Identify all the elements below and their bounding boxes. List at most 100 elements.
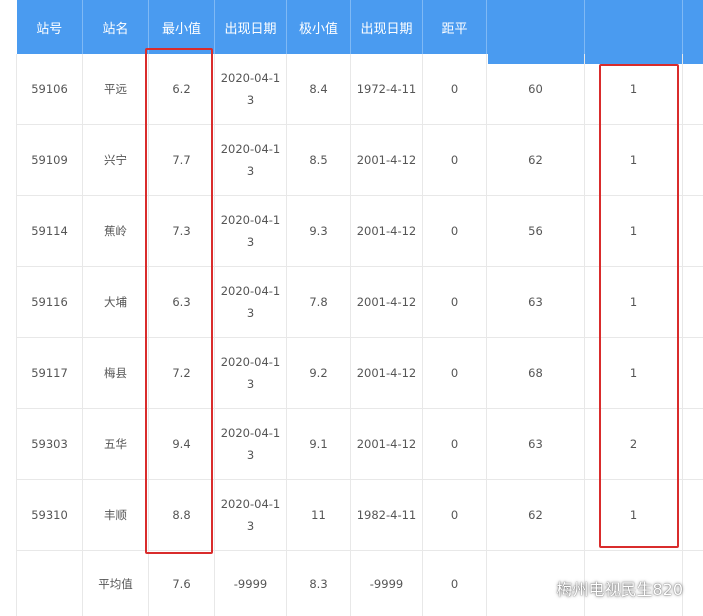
table-header-row: 站号 站名 最小值 出现日期 极小值 出现日期 距平 xyxy=(16,0,703,54)
screenshot-stage: 站号 站名 最小值 出现日期 极小值 出现日期 距平 59106 平远 6.2 202… xyxy=(0,0,703,616)
cell-min-value: 7.2 xyxy=(148,337,215,409)
cell-extreme-min: 7.8 xyxy=(286,266,351,338)
cell-col-8: 56 xyxy=(486,195,585,267)
header-occur-date[interactable]: 出现日期 xyxy=(214,0,287,54)
header-extreme-date[interactable]: 出现日期 xyxy=(350,0,423,54)
cell-col-8: 63 xyxy=(486,408,585,480)
cell-occur-date: -9999 xyxy=(214,550,287,616)
cell-col-9: 2 xyxy=(584,408,683,480)
cell-occur-date: 2020-04-13 xyxy=(214,124,287,196)
cell-extreme-min: 9.1 xyxy=(286,408,351,480)
watermark-text: 梅州电视民生820 xyxy=(556,580,683,599)
cell-min-value: 9.4 xyxy=(148,408,215,480)
table-row[interactable]: 59310丰顺8.82020-04-13111982-4-1106216 xyxy=(16,479,703,551)
table-row[interactable]: 59114蕉岭7.32020-04-139.32001-4-1205615 xyxy=(16,195,703,267)
cell-station-id: 59109 xyxy=(16,124,83,196)
watermark: 梅州电视民生820 xyxy=(532,576,683,600)
cell-extreme-min: 8.3 xyxy=(286,550,351,616)
cell-extreme-date: 1972-4-11 xyxy=(350,54,423,125)
cell-col-9: 1 xyxy=(584,479,683,551)
cell-col-8: 62 xyxy=(486,479,585,551)
cell-extreme-date: 1982-4-11 xyxy=(350,479,423,551)
cell-col-8: 63 xyxy=(486,266,585,338)
cell-station-name: 兴宁 xyxy=(82,124,149,196)
cell-min-value: 8.8 xyxy=(148,479,215,551)
cell-col-10: 6 xyxy=(682,337,703,409)
cell-col-9: 1 xyxy=(584,124,683,196)
header-station-name[interactable]: 站名 xyxy=(82,0,149,54)
cell-station-name: 平均值 xyxy=(82,550,149,616)
cell-occur-date: 2020-04-13 xyxy=(214,479,287,551)
cell-extreme-min: 9.3 xyxy=(286,195,351,267)
cell-min-value: 7.7 xyxy=(148,124,215,196)
table-row[interactable]: 59303五华9.42020-04-139.12001-4-1206326 xyxy=(16,408,703,480)
cell-station-id: 59114 xyxy=(16,195,83,267)
cell-col-10: 6 xyxy=(682,54,703,125)
cell-extreme-date: 2001-4-12 xyxy=(350,408,423,480)
cell-col-9: 1 xyxy=(584,337,683,409)
cell-col-10: 5 xyxy=(682,195,703,267)
table-row[interactable]: 59116大埔6.32020-04-137.82001-4-1206316 xyxy=(16,266,703,338)
cell-extreme-min: 8.4 xyxy=(286,54,351,125)
header-col-10[interactable] xyxy=(682,0,703,54)
cell-station-id: 59310 xyxy=(16,479,83,551)
cell-station-name: 蕉岭 xyxy=(82,195,149,267)
cell-anomaly: 0 xyxy=(422,124,487,196)
table-row[interactable]: 59106平远6.22020-04-138.41972-4-1106016 xyxy=(16,54,703,125)
cell-min-value: 6.3 xyxy=(148,266,215,338)
cell-min-value: 7.3 xyxy=(148,195,215,267)
cell-extreme-date: 2001-4-12 xyxy=(350,195,423,267)
cell-occur-date: 2020-04-13 xyxy=(214,337,287,409)
cell-col-10: 6 xyxy=(682,479,703,551)
cell-anomaly: 0 xyxy=(422,266,487,338)
cell-col-10: 2 xyxy=(682,550,703,616)
cell-col-10: 6 xyxy=(682,266,703,338)
table-row[interactable]: 59109兴宁7.72020-04-138.52001-4-1206216 xyxy=(16,124,703,196)
cell-station-name: 丰顺 xyxy=(82,479,149,551)
cell-anomaly: 0 xyxy=(422,550,487,616)
cell-occur-date: 2020-04-13 xyxy=(214,195,287,267)
cell-station-id xyxy=(16,550,83,616)
header-col-8[interactable] xyxy=(486,0,585,54)
wechat-icon xyxy=(532,581,550,595)
cell-anomaly: 0 xyxy=(422,195,487,267)
cell-col-9: 1 xyxy=(584,54,683,125)
cell-extreme-min: 9.2 xyxy=(286,337,351,409)
cell-occur-date: 2020-04-13 xyxy=(214,54,287,125)
cell-col-8: 62 xyxy=(486,124,585,196)
cell-extreme-date: 2001-4-12 xyxy=(350,337,423,409)
cell-station-name: 梅县 xyxy=(82,337,149,409)
header-min-value[interactable]: 最小值 xyxy=(148,0,215,54)
cell-station-name: 大埔 xyxy=(82,266,149,338)
cell-station-id: 59106 xyxy=(16,54,83,125)
cell-station-name: 五华 xyxy=(82,408,149,480)
cell-col-8: 60 xyxy=(486,54,585,125)
cell-min-value: 7.6 xyxy=(148,550,215,616)
cell-extreme-min: 8.5 xyxy=(286,124,351,196)
table-row[interactable]: 59117梅县7.22020-04-139.22001-4-1206816 xyxy=(16,337,703,409)
cell-extreme-min: 11 xyxy=(286,479,351,551)
cell-col-9: 1 xyxy=(584,195,683,267)
cell-col-9: 1 xyxy=(584,266,683,338)
cell-min-value: 6.2 xyxy=(148,54,215,125)
cell-station-id: 59117 xyxy=(16,337,83,409)
cell-anomaly: 0 xyxy=(422,54,487,125)
cell-col-8: 68 xyxy=(486,337,585,409)
cell-station-id: 59116 xyxy=(16,266,83,338)
cell-anomaly: 0 xyxy=(422,479,487,551)
cell-anomaly: 0 xyxy=(422,337,487,409)
cell-occur-date: 2020-04-13 xyxy=(214,266,287,338)
cell-station-id: 59303 xyxy=(16,408,83,480)
header-station-id[interactable]: 站号 xyxy=(16,0,83,54)
cell-col-10: 6 xyxy=(682,408,703,480)
data-table: 站号 站名 最小值 出现日期 极小值 出现日期 距平 59106 平远 6.2 202… xyxy=(16,0,703,616)
cell-col-10: 6 xyxy=(682,124,703,196)
header-col-9[interactable] xyxy=(584,0,683,54)
header-extreme-min[interactable]: 极小值 xyxy=(286,0,351,54)
cell-occur-date: 2020-04-13 xyxy=(214,408,287,480)
cell-extreme-date: 2001-4-12 xyxy=(350,266,423,338)
header-anomaly[interactable]: 距平 xyxy=(422,0,487,54)
cell-anomaly: 0 xyxy=(422,408,487,480)
cell-extreme-date: 2001-4-12 xyxy=(350,124,423,196)
cell-station-name: 平远 xyxy=(82,54,149,125)
